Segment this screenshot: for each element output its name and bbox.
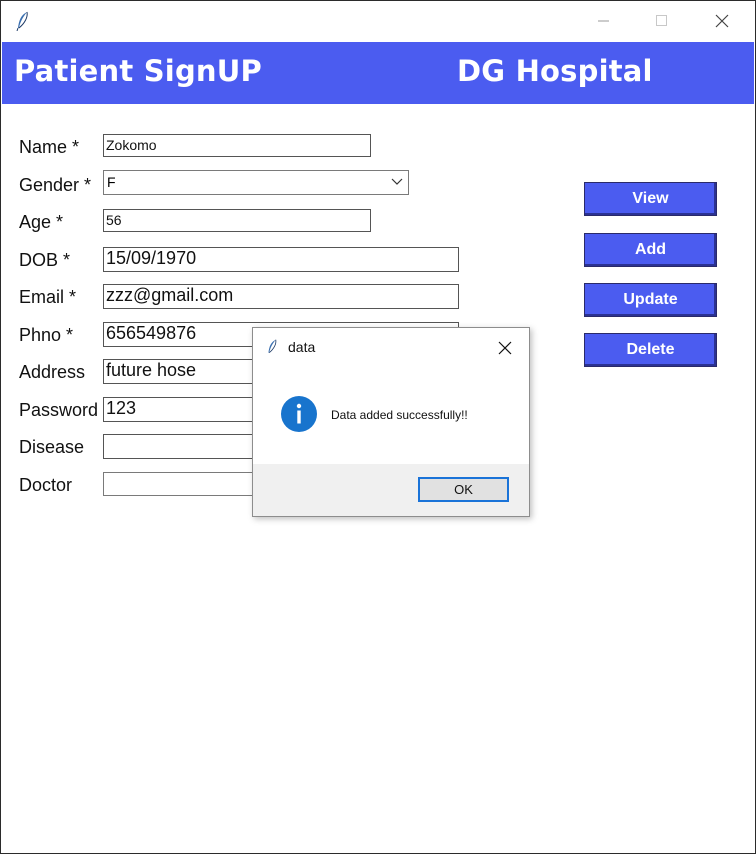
name-label: Name * <box>19 137 80 157</box>
dialog-message: Data added successfully!! <box>331 408 468 422</box>
chevron-down-icon <box>391 178 403 185</box>
password-label: Password <box>19 400 99 420</box>
dialog-title: data <box>288 339 316 355</box>
page-header: Patient SignUP DG Hospital <box>2 42 754 104</box>
message-dialog: data Data added successfully!! OK <box>252 327 530 517</box>
dialog-footer: OK <box>253 464 529 516</box>
app-window: Patient SignUP DG Hospital Name * Gender… <box>0 0 756 854</box>
feather-icon <box>268 339 277 353</box>
maximize-button[interactable] <box>639 1 685 41</box>
page-title: Patient SignUP <box>14 54 262 88</box>
dialog-close-button[interactable] <box>493 336 517 360</box>
hospital-name: DG Hospital <box>457 54 653 88</box>
close-button[interactable] <box>699 1 745 41</box>
age-label: Age * <box>19 212 64 232</box>
phno-label: Phno * <box>19 325 74 345</box>
address-label: Address <box>19 362 86 382</box>
view-button[interactable]: View <box>584 182 717 216</box>
update-button[interactable]: Update <box>584 283 717 317</box>
name-field[interactable]: Zokomo <box>103 134 371 157</box>
delete-button[interactable]: Delete <box>584 333 717 367</box>
disease-label: Disease <box>19 437 85 457</box>
title-bar[interactable] <box>1 1 755 41</box>
feather-icon <box>16 11 28 31</box>
maximize-icon <box>656 15 667 26</box>
gender-value: F <box>107 174 116 190</box>
close-icon <box>498 341 512 355</box>
ok-button[interactable]: OK <box>418 477 509 502</box>
email-field[interactable]: zzz@gmail.com <box>103 284 459 309</box>
close-icon <box>715 14 729 28</box>
dob-label: DOB * <box>19 250 71 270</box>
dob-field[interactable]: 15/09/1970 <box>103 247 459 272</box>
minimize-icon <box>598 20 609 22</box>
gender-label: Gender * <box>19 175 92 195</box>
info-icon <box>281 396 317 432</box>
add-button[interactable]: Add <box>584 233 717 267</box>
doctor-label: Doctor <box>19 475 73 495</box>
email-label: Email * <box>19 287 77 307</box>
minimize-button[interactable] <box>581 1 627 41</box>
gender-select[interactable]: F <box>103 170 409 195</box>
age-field[interactable]: 56 <box>103 209 371 232</box>
